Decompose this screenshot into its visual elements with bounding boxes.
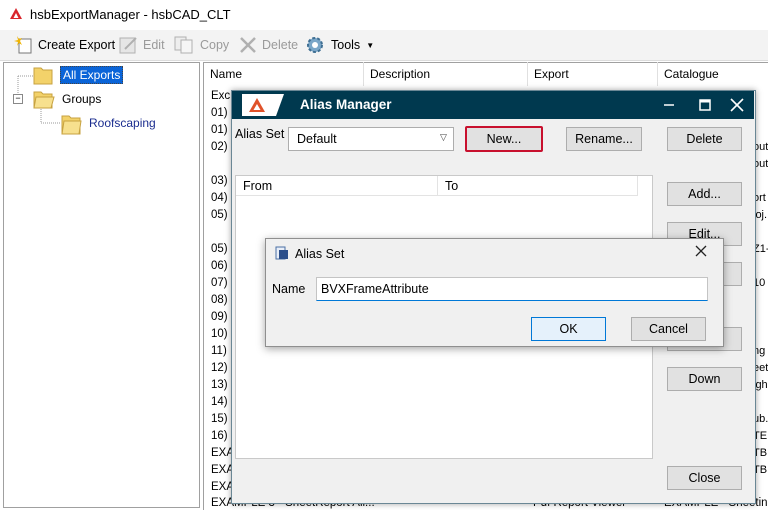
list-item[interactable]: 06)	[211, 260, 228, 272]
alias-set-name-input[interactable]: BVXFrameAttribute	[316, 277, 708, 301]
delete-button[interactable]: Delete	[238, 36, 298, 54]
close-icon	[695, 245, 707, 257]
down-button[interactable]: Down	[667, 367, 742, 391]
list-item[interactable]: 13)	[211, 379, 228, 391]
tools-label: Tools	[331, 38, 361, 52]
window-title: hsbExportManager - hsbCAD_CLT	[30, 7, 231, 22]
edit-label: Edit	[143, 38, 165, 52]
column-from[interactable]: From	[236, 176, 438, 196]
list-item[interactable]: 01)	[211, 107, 228, 119]
list-item[interactable]: 07)	[211, 277, 228, 289]
list-item[interactable]: 01)	[211, 124, 228, 136]
tree-node-all-exports[interactable]: All Exports	[60, 66, 124, 84]
alias-set-dropdown[interactable]: Default	[288, 127, 454, 151]
list-item[interactable]: 02)	[211, 141, 228, 153]
chevron-down-icon: ▼	[366, 40, 375, 50]
maximize-icon	[699, 99, 711, 111]
create-export-label: Create Export	[38, 38, 116, 52]
maximize-button[interactable]	[688, 91, 722, 119]
folder-icon	[33, 67, 53, 85]
close-icon	[730, 98, 744, 112]
column-catalogue[interactable]: Catalogue	[658, 62, 768, 86]
new-alias-set-button[interactable]: New...	[465, 126, 543, 152]
close-dialog-button[interactable]	[695, 244, 707, 261]
gear-icon	[307, 37, 323, 53]
alias-set-dialog-title: Alias Set	[295, 247, 345, 261]
name-label: Name	[272, 282, 306, 296]
tools-menu[interactable]: Tools ▼	[305, 36, 374, 54]
rename-button[interactable]: Rename...	[566, 127, 642, 151]
copy-label: Copy	[200, 38, 230, 52]
collapse-toggle[interactable]: −	[13, 94, 23, 104]
list-item[interactable]: 10)	[211, 328, 228, 340]
toolbar	[0, 30, 768, 61]
hsbcad-logo-icon	[242, 94, 284, 116]
delete-alias-set-button[interactable]: Delete	[667, 127, 742, 151]
list-item[interactable]: 15)	[211, 413, 228, 425]
column-description[interactable]: Description	[364, 62, 528, 86]
list-item[interactable]: 03)	[211, 175, 228, 187]
list-item[interactable]: 05)	[211, 243, 228, 255]
list-item[interactable]: 09)	[211, 311, 228, 323]
column-export[interactable]: Export	[528, 62, 658, 86]
delete-label: Delete	[262, 38, 299, 52]
chevron-down-icon: ▽	[440, 132, 447, 142]
folder-open-icon	[61, 115, 82, 135]
list-item[interactable]: 04)	[211, 192, 228, 204]
close-button[interactable]: Close	[667, 466, 742, 490]
alias-set-label: Alias Set	[235, 127, 285, 141]
list-item[interactable]: 16)	[211, 430, 228, 442]
close-window-button[interactable]	[720, 91, 754, 119]
column-to[interactable]: To	[438, 176, 638, 196]
minimize-icon	[664, 104, 674, 106]
list-item[interactable]: 11)	[211, 345, 227, 357]
delete-x-icon	[240, 37, 256, 53]
list-item[interactable]: 05)	[211, 209, 228, 221]
list-item[interactable]: 08)	[211, 294, 228, 306]
tree-node-groups[interactable]: Groups	[62, 92, 101, 106]
hsbcad-logo-icon	[10, 8, 22, 19]
list-item[interactable]: Exc	[211, 90, 230, 102]
column-name[interactable]: Name	[204, 62, 364, 86]
add-button[interactable]: Add...	[667, 182, 742, 206]
new-document-icon	[14, 36, 32, 54]
cancel-button[interactable]: Cancel	[631, 317, 706, 341]
dialog-app-icon	[275, 246, 288, 260]
alias-manager-title: Alias Manager	[300, 97, 392, 112]
tree-node-roofscaping[interactable]: Roofscaping	[89, 116, 156, 130]
minimize-button[interactable]	[652, 91, 686, 119]
edit-icon	[119, 37, 137, 54]
copy-button[interactable]: Copy	[174, 36, 229, 54]
ok-button[interactable]: OK	[531, 317, 606, 341]
copy-icon	[174, 36, 193, 54]
list-item[interactable]: 14)	[211, 396, 228, 408]
folder-open-icon	[33, 91, 55, 109]
edit-button[interactable]: Edit	[119, 36, 165, 54]
list-item[interactable]: 12)	[211, 362, 228, 374]
create-export-button[interactable]: Create Export	[14, 36, 115, 54]
